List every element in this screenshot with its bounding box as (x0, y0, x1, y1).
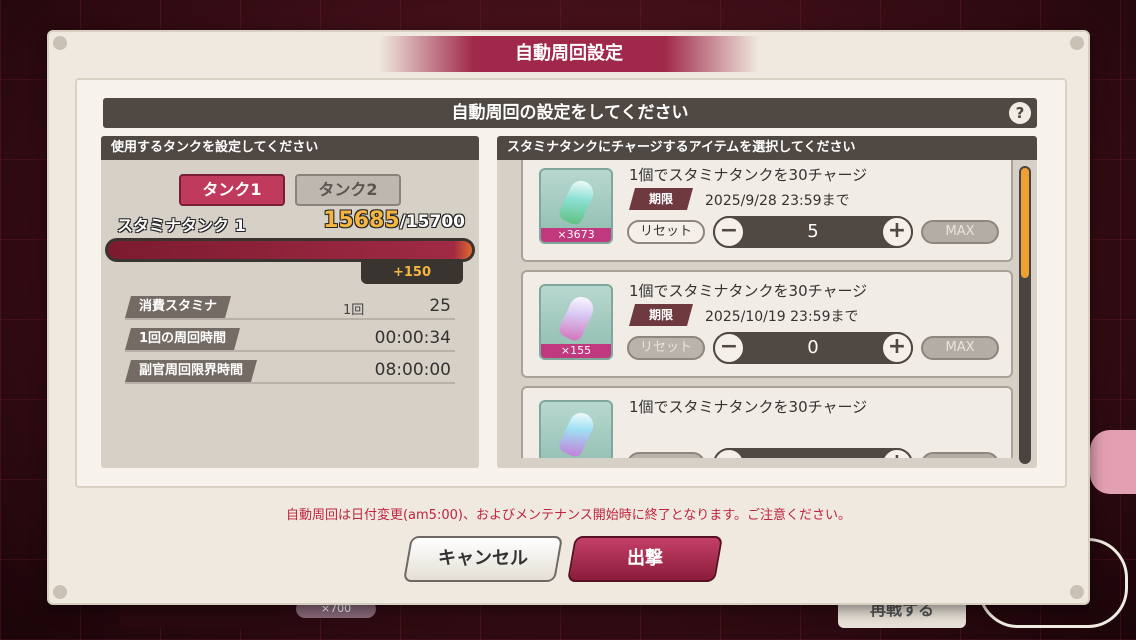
minus-icon[interactable]: − (713, 448, 745, 458)
item-list: ×3673 1個でスタミナタンクを30チャージ 期限 2025/9/28 23:… (521, 160, 1013, 458)
list-item: ×155 1個でスタミナタンクを30チャージ 期限 2025/10/19 23:… (521, 270, 1013, 378)
help-icon[interactable]: ? (1009, 102, 1031, 124)
reset-button[interactable]: リセット (627, 336, 705, 360)
corner-ornament (53, 36, 67, 50)
background-avatar (1090, 430, 1136, 494)
charge-item-panel: スタミナタンクにチャージするアイテムを選択してください ×3673 1個でスタミ… (497, 136, 1037, 468)
max-button[interactable]: MAX (921, 220, 999, 244)
stamina-potion-icon: ×155 (539, 284, 613, 360)
plus-icon[interactable]: + (881, 332, 913, 364)
stat-label: 消費スタミナ (125, 296, 231, 318)
tank-tabs: タンク1 タンク2 (179, 174, 401, 206)
deadline-text: 2025/10/19 23:59まで (705, 309, 859, 325)
item-count: ×155 (541, 344, 611, 358)
reset-button[interactable] (627, 452, 705, 458)
list-item: 1個でスタミナタンクを30チャージ − + (521, 386, 1013, 458)
quantity-stepper: − 0 + (713, 332, 913, 364)
stat-label: 1回の周回時間 (125, 328, 240, 350)
quantity-value: 0 (807, 337, 819, 358)
settings-header-text: 自動周回の設定をしてください (451, 103, 689, 123)
stat-unit: 1回 (343, 303, 365, 318)
stamina-tank-label: スタミナタンク 1 (117, 216, 246, 235)
corner-ornament (1070, 36, 1084, 50)
tank-settings-panel: 使用するタンクを設定してください タンク1 タンク2 スタミナタンク 1 156… (101, 136, 479, 468)
tab-tank-1[interactable]: タンク1 (179, 174, 285, 206)
item-list-scrollbar[interactable] (1019, 166, 1031, 464)
item-description: 1個でスタミナタンクを30チャージ (629, 166, 868, 184)
cancel-button-label: キャンセル (438, 548, 528, 569)
reset-button[interactable]: リセット (627, 220, 705, 244)
sortie-button[interactable]: 出撃 (566, 536, 724, 582)
gem-icon (556, 292, 598, 344)
stamina-bar (105, 238, 475, 262)
minus-icon[interactable]: − (713, 216, 745, 248)
item-description: 1個でスタミナタンクを30チャージ (629, 398, 868, 416)
plus-icon[interactable]: + (881, 448, 913, 458)
deadline-text: 2025/9/28 23:59まで (705, 193, 850, 209)
stamina-potion-icon: ×3673 (539, 168, 613, 244)
scroll-thumb[interactable] (1021, 168, 1029, 278)
charge-panel-header: スタミナタンクにチャージするアイテムを選択してください (497, 136, 1037, 160)
auto-loop-settings-modal: 自動周回設定 自動周回の設定をしてください ? 使用するタンクを設定してください… (47, 30, 1090, 605)
max-button[interactable]: MAX (921, 336, 999, 360)
modal-title: 自動周回設定 (379, 36, 759, 72)
deadline-tag: 期限 (629, 304, 693, 326)
stat-row-stamina-cost: 消費スタミナ 1回 25 (125, 296, 455, 320)
tank-panel-header: 使用するタンクを設定してください (101, 136, 479, 160)
stat-label: 副官周回限界時間 (125, 360, 257, 382)
deadline-tag: 期限 (629, 188, 693, 210)
settings-panel: 自動周回の設定をしてください ? 使用するタンクを設定してください タンク1 タ… (75, 78, 1067, 488)
max-button[interactable] (921, 452, 999, 458)
auto-loop-notice: 自動周回は日付変更(am5:00)、およびメンテナンス開始時に終了となります。ご… (285, 508, 852, 523)
plus-icon[interactable]: + (881, 216, 913, 248)
gem-icon (556, 176, 598, 228)
sortie-button-label: 出撃 (627, 548, 663, 569)
stat-row-loop-time: 1回の周回時間 00:00:34 (125, 328, 455, 352)
quantity-stepper: − + (713, 448, 913, 458)
stamina-current: 15685 (323, 208, 400, 233)
stamina-potion-icon (539, 400, 613, 458)
stat-value: 08:00:00 (374, 360, 451, 380)
stamina-bar-fill (108, 241, 472, 259)
stamina-values: 15685/15700 (323, 208, 465, 233)
minus-icon[interactable]: − (713, 332, 745, 364)
list-item: ×3673 1個でスタミナタンクを30チャージ 期限 2025/9/28 23:… (521, 160, 1013, 262)
quantity-value: 5 (807, 221, 819, 242)
corner-ornament (53, 585, 67, 599)
tab-tank-2[interactable]: タンク2 (295, 174, 401, 206)
corner-ornament (1070, 585, 1084, 599)
stamina-max: /15700 (399, 212, 465, 232)
cancel-button[interactable]: キャンセル (402, 536, 564, 582)
stat-value: 00:00:34 (374, 328, 451, 348)
gem-icon (556, 408, 598, 458)
stat-row-limit-time: 副官周回限界時間 08:00:00 (125, 360, 455, 384)
quantity-stepper: − 5 + (713, 216, 913, 248)
stat-value: 25 (429, 296, 451, 316)
settings-header: 自動周回の設定をしてください ? (103, 98, 1037, 128)
item-description: 1個でスタミナタンクを30チャージ (629, 282, 868, 300)
stamina-add-amount: +150 (361, 262, 463, 284)
item-count: ×3673 (541, 228, 611, 242)
